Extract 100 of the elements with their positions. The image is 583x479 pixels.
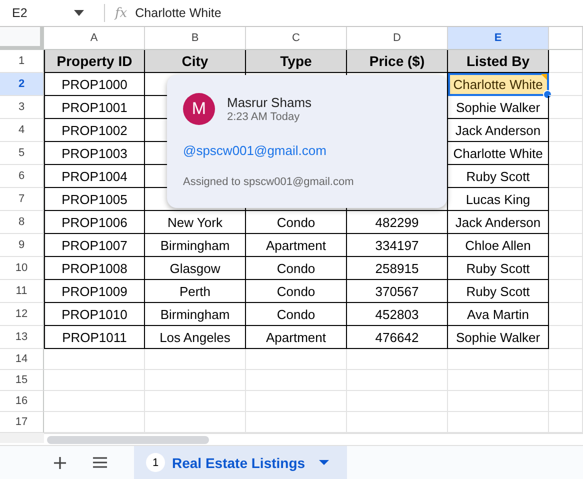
table-cell: PROP1010 (62, 306, 128, 322)
row-header[interactable]: 12 (0, 303, 44, 326)
row-header[interactable]: 5 (0, 142, 44, 165)
table-cell: Sophie Walker (456, 330, 540, 344)
empty-cell[interactable] (448, 349, 549, 370)
plus-icon (54, 456, 66, 468)
table-cell: Los Angeles (160, 330, 230, 344)
row-header[interactable]: 13 (0, 326, 44, 349)
table-cell: 476642 (375, 330, 419, 344)
empty-cell[interactable] (448, 370, 549, 391)
column-heading: Price ($) (369, 53, 425, 69)
comment-marker-icon (541, 74, 547, 80)
empty-cell[interactable] (347, 412, 448, 433)
column-heading: Property ID (56, 53, 132, 69)
empty-cell[interactable] (347, 391, 448, 412)
empty-cell[interactable] (549, 412, 583, 433)
table-cell: Apartment (266, 238, 326, 252)
formula-label: fx (115, 6, 128, 20)
table-cell: PROP1001 (62, 100, 128, 114)
table-cell: PROP1004 (62, 168, 128, 184)
column-heading: Type (280, 53, 312, 69)
table-cell: 334197 (375, 238, 419, 252)
table-cell: PROP1009 (62, 284, 128, 298)
empty-cell[interactable] (246, 370, 347, 391)
empty-cell[interactable] (549, 391, 583, 412)
empty-cell[interactable] (145, 412, 246, 433)
table-cell: Condo (276, 284, 316, 298)
empty-cell[interactable] (549, 370, 583, 391)
empty-cell[interactable] (549, 326, 583, 349)
caret-icon[interactable] (319, 460, 330, 465)
empty-cell[interactable] (549, 280, 583, 303)
column-header[interactable]: B (145, 27, 246, 50)
table-cell: Jack Anderson (455, 122, 541, 138)
menu-icon (93, 457, 107, 468)
empty-cell[interactable] (347, 370, 448, 391)
empty-cell[interactable] (145, 349, 246, 370)
table-cell: PROP1000 (62, 76, 128, 92)
row-header[interactable]: 10 (0, 257, 44, 280)
row-header[interactable]: 9 (0, 234, 44, 257)
column-heading: Listed By (466, 53, 530, 69)
empty-cell[interactable] (448, 391, 549, 412)
table-cell: Perth (179, 284, 211, 298)
empty-cell[interactable] (246, 349, 347, 370)
empty-cell[interactable] (549, 303, 583, 326)
empty-cell[interactable] (549, 211, 583, 234)
author-name: Masrur Shams (227, 95, 312, 110)
empty-cell[interactable] (549, 188, 583, 211)
scrollbar-corner (0, 433, 44, 443)
empty-cell[interactable] (549, 96, 583, 119)
column-header[interactable]: A (44, 27, 145, 50)
row-header[interactable]: 1 (0, 50, 44, 73)
row-header[interactable]: 14 (0, 349, 44, 370)
sheet-tab[interactable]: 1 Real Estate Listings (134, 446, 348, 479)
name-box[interactable]: E2 (0, 6, 92, 20)
empty-cell[interactable] (549, 119, 583, 142)
row-header[interactable]: 4 (0, 119, 44, 142)
formula-field[interactable]: Charlotte White (135, 6, 583, 20)
table-cell: Condo (276, 260, 316, 276)
empty-cell[interactable] (549, 257, 583, 280)
column-heading: City (182, 53, 208, 69)
select-all-corner[interactable] (0, 27, 44, 50)
table-cell: Ruby Scott (466, 260, 530, 276)
row-header[interactable]: 17 (0, 412, 44, 433)
row-header[interactable]: 11 (0, 280, 44, 303)
empty-cell[interactable] (549, 165, 583, 188)
row-header[interactable]: 8 (0, 211, 44, 234)
table-cell: Apartment (266, 330, 326, 344)
table-cell: Ava Martin (467, 306, 529, 322)
empty-cell[interactable] (549, 349, 583, 370)
fill-handle[interactable] (543, 90, 552, 99)
empty-cell[interactable] (145, 391, 246, 412)
row-header[interactable]: 15 (0, 370, 44, 391)
horizontal-scrollbar[interactable] (47, 436, 209, 444)
column-header[interactable]: E (448, 27, 549, 50)
table-cell: PROP1011 (62, 330, 127, 344)
empty-cell[interactable] (145, 370, 246, 391)
empty-cell[interactable] (246, 391, 347, 412)
row-header[interactable]: 6 (0, 165, 44, 188)
row-header[interactable]: 2 (0, 73, 44, 96)
table-cell: Ruby Scott (466, 168, 530, 184)
table-cell: PROP1002 (62, 122, 128, 138)
mention-link[interactable]: @spscw001@gmail.com (183, 143, 431, 158)
table-cell: PROP1008 (62, 260, 128, 276)
column-header[interactable]: D (347, 27, 448, 50)
empty-cell[interactable] (549, 234, 583, 257)
table-cell: Sophie Walker (456, 100, 540, 114)
table-cell: PROP1007 (62, 238, 128, 252)
column-header[interactable]: C (246, 27, 347, 50)
table-cell: PROP1005 (62, 192, 128, 206)
empty-cell[interactable] (246, 412, 347, 433)
selected-cell[interactable]: Charlotte White (448, 73, 549, 96)
table-cell: Condo (276, 214, 316, 230)
empty-cell[interactable] (448, 412, 549, 433)
table-cell: PROP1006 (62, 214, 128, 230)
table-cell: Birmingham (160, 306, 230, 322)
row-header[interactable]: 16 (0, 391, 44, 412)
empty-cell[interactable] (347, 349, 448, 370)
empty-cell[interactable] (549, 142, 583, 165)
row-header[interactable]: 7 (0, 188, 44, 211)
row-header[interactable]: 3 (0, 96, 44, 119)
